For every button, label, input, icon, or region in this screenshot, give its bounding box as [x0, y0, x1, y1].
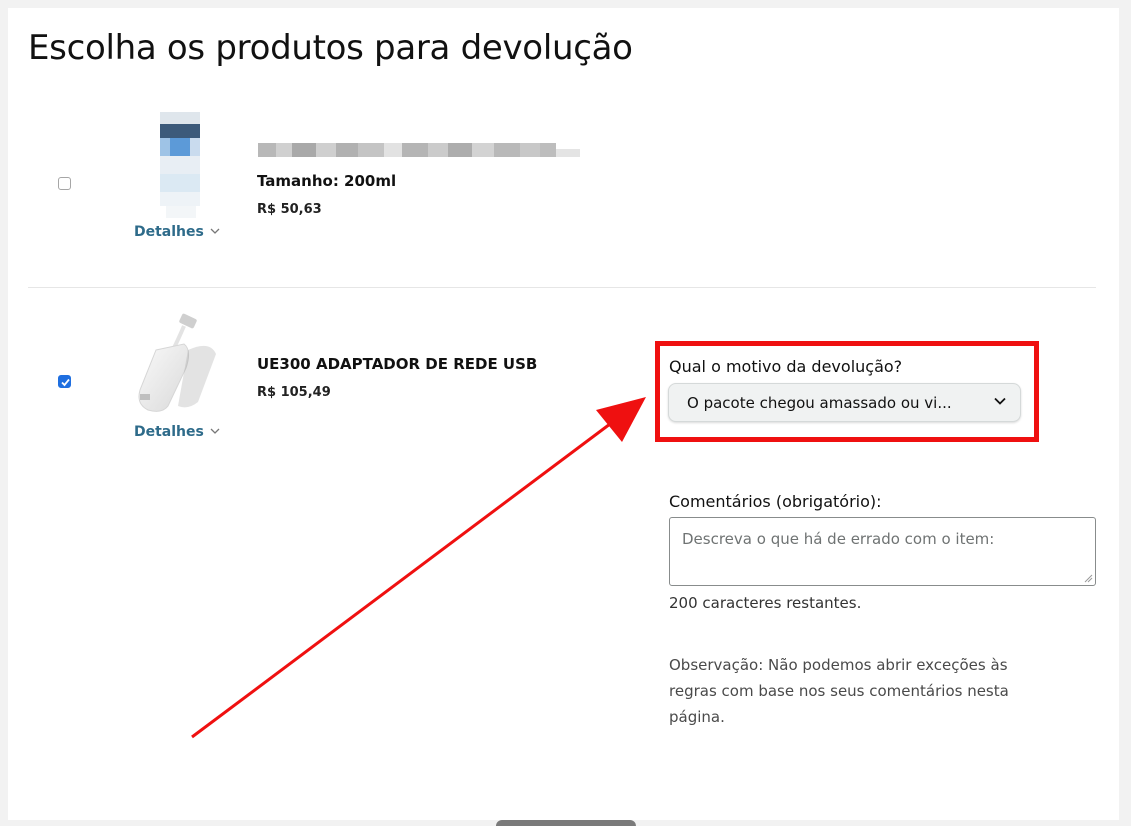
comments-textarea[interactable]: Descreva o que há de errado com o item:	[669, 517, 1096, 586]
product-1-price: R$ 50,63	[257, 202, 322, 217]
product-2-checkbox[interactable]	[58, 375, 71, 388]
product-2-thumbnail	[138, 313, 216, 412]
reason-select-value: O pacote chegou amassado ou vi...	[687, 394, 952, 412]
product-divider	[28, 287, 1096, 288]
page-title: Escolha os produtos para devolução	[28, 28, 633, 68]
product-1-name-blurred	[256, 141, 582, 157]
comments-label: Comentários (obrigatório):	[669, 492, 882, 511]
product-1-details-link[interactable]: Detalhes	[134, 224, 204, 240]
reason-select[interactable]: O pacote chegou amassado ou vi...	[668, 383, 1021, 422]
chevron-down-icon[interactable]	[210, 228, 220, 235]
reason-label: Qual o motivo da devolução?	[669, 357, 903, 376]
chevron-down-icon	[994, 397, 1006, 405]
product-1-size: Tamanho: 200ml	[257, 172, 397, 190]
resize-handle-icon[interactable]	[1084, 574, 1093, 583]
chevron-down-icon[interactable]	[210, 428, 220, 435]
comments-placeholder: Descreva o que há de errado com o item:	[682, 530, 995, 548]
product-2-name: UE300 ADAPTADOR DE REDE USB	[257, 355, 538, 373]
bottom-scroll-handle	[496, 820, 636, 826]
product-2-price: R$ 105,49	[257, 385, 331, 400]
product-2-details-link[interactable]: Detalhes	[134, 424, 204, 440]
product-1-checkbox[interactable]	[58, 177, 71, 190]
chars-remaining: 200 caracteres restantes.	[669, 594, 862, 612]
product-1-thumbnail	[160, 112, 200, 218]
checkmark-icon	[61, 378, 70, 387]
comments-note: Observação: Não podemos abrir exceções à…	[669, 656, 1009, 726]
